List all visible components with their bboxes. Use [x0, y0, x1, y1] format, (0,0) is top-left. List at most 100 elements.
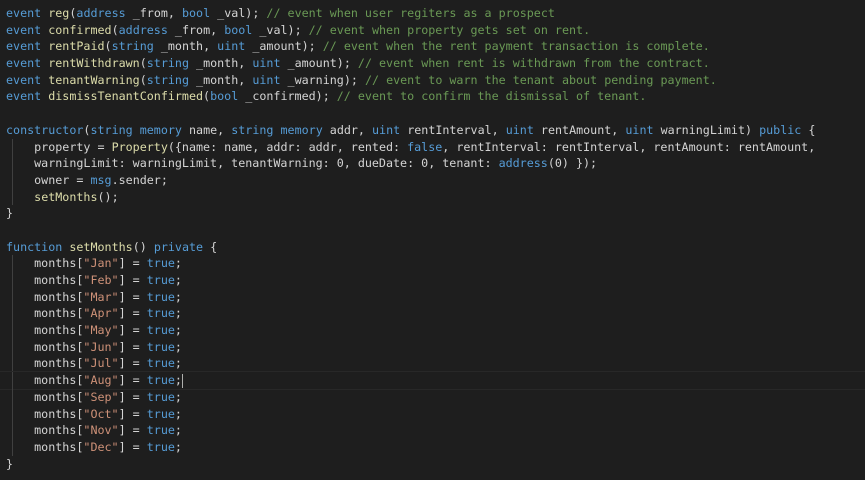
code-token: months[ [6, 306, 84, 321]
code-token: _val); [210, 6, 267, 20]
code-line[interactable]: event tenantWarning(string _month, uint … [6, 72, 865, 89]
code-token: rentInterval, [400, 122, 506, 137]
code-token: bool [181, 6, 211, 20]
code-line[interactable]: event reg(address _from, bool _val); // … [6, 5, 865, 22]
code-line[interactable]: months["Mar"] = true; [6, 288, 865, 306]
code-token: reg [48, 6, 70, 20]
code-token: "Nov" [83, 423, 119, 438]
indent-guide [12, 288, 13, 306]
code-token: Property [111, 139, 168, 154]
indent-guide [12, 422, 13, 439]
code-line[interactable]: ​ [6, 105, 865, 122]
code-token: "Jun" [83, 339, 119, 354]
code-line[interactable]: months["Jan"] = true; [6, 255, 865, 272]
code-line[interactable]: event confirmed(address _from, bool _val… [6, 22, 865, 39]
code-token: months[ [6, 389, 84, 404]
code-token: ; [174, 256, 182, 271]
code-token: "Jul" [83, 356, 119, 371]
code-token: true [146, 323, 175, 338]
code-line[interactable]: owner = msg.sender; [6, 171, 865, 189]
code-token: event [6, 72, 42, 87]
code-line[interactable]: constructor(string memory name, string m… [6, 122, 865, 139]
code-line[interactable]: property = Property({name: name, addr: a… [6, 138, 865, 156]
code-token: { [801, 122, 816, 137]
code-token: true [146, 256, 175, 271]
code-token: ] = [118, 389, 147, 404]
code-token: name, [181, 122, 232, 137]
code-token: ] = [118, 373, 147, 388]
indent-guide [12, 405, 13, 423]
code-token: false [407, 139, 443, 154]
code-token: ] = [118, 306, 147, 321]
code-token: true [146, 356, 175, 371]
code-token: uint [217, 39, 246, 54]
code-token: true [146, 273, 175, 287]
code-token: true [146, 406, 175, 421]
code-token: address [76, 6, 126, 20]
code-token: } [6, 206, 14, 221]
code-line[interactable]: months["Apr"] = true; [6, 305, 865, 323]
code-line[interactable]: months["Jun"] = true; [6, 338, 865, 356]
code-token: ] = [118, 406, 147, 421]
code-token: ; [174, 423, 182, 438]
code-line[interactable]: months["May"] = true; [6, 322, 865, 339]
indent-guide [12, 171, 13, 189]
code-token: // event when the rent payment transacti… [322, 39, 710, 54]
code-token: _amount); [280, 56, 358, 71]
indent-guide [12, 272, 13, 289]
code-token: ( [111, 22, 119, 37]
code-line[interactable]: warningLimit: warningLimit, tenantWarnin… [6, 155, 865, 172]
code-token: ] = [118, 289, 147, 304]
code-token: memory [280, 122, 323, 137]
code-token: true [146, 373, 175, 388]
code-token: { [203, 239, 218, 254]
code-token: property = [6, 139, 112, 154]
code-token: private [153, 239, 204, 254]
code-token: ] = [118, 439, 147, 454]
code-line[interactable]: months["Dec"] = true; [6, 438, 865, 456]
code-token: ; [174, 273, 182, 287]
code-token: _month, [153, 39, 218, 54]
code-line[interactable]: setMonths(); [6, 188, 865, 206]
code-line[interactable]: event rentPaid(string _month, uint _amou… [6, 38, 865, 55]
code-line[interactable]: } [6, 456, 865, 473]
code-token: // event when user regiters as a prospec… [266, 6, 555, 20]
code-token: months[ [6, 256, 84, 271]
code-line[interactable]: months["Sep"] = true; [6, 388, 865, 406]
code-token: "Apr" [83, 306, 119, 321]
code-token: string [231, 122, 274, 137]
code-token: "Aug" [83, 373, 119, 388]
code-token: ] = [118, 356, 147, 371]
indent-guide [12, 372, 13, 389]
code-token: // event when rent is withdrawn from the… [357, 56, 710, 71]
code-token: owner = [6, 172, 91, 187]
code-token: months[ [6, 356, 84, 371]
code-token: warningLimit) [653, 122, 760, 137]
indent-guide [12, 255, 13, 272]
code-token: true [146, 289, 175, 304]
code-line[interactable]: function setMonths() private { [6, 239, 865, 256]
code-line[interactable]: months["Jul"] = true; [6, 355, 865, 373]
code-line[interactable]: } [6, 205, 865, 222]
code-line[interactable]: event rentWithdrawn(string _month, uint … [6, 55, 865, 72]
code-line[interactable]: months["Feb"] = true; [6, 272, 865, 289]
code-token: memory [139, 122, 182, 137]
code-token: addr, [322, 122, 373, 137]
code-token: string [146, 56, 189, 71]
code-token: months[ [6, 423, 84, 438]
code-token: tenantWarning [48, 72, 140, 87]
code-line[interactable]: months["Oct"] = true; [6, 405, 865, 423]
code-token: ] = [118, 339, 147, 354]
indent-guide [12, 138, 13, 156]
code-token: bool [210, 89, 239, 104]
code-line[interactable]: event dismissTenantConfirmed(bool _confi… [6, 88, 865, 105]
code-token: ; [174, 323, 182, 338]
code-line[interactable]: months["Nov"] = true; [6, 422, 865, 439]
code-line[interactable]: ​ [6, 222, 865, 239]
code-line[interactable]: months["Aug"] = true; [0, 371, 865, 390]
code-token: address [118, 22, 168, 37]
code-editor[interactable]: event reg(address _from, bool _val); // … [0, 0, 865, 480]
code-token: ; [174, 356, 182, 371]
